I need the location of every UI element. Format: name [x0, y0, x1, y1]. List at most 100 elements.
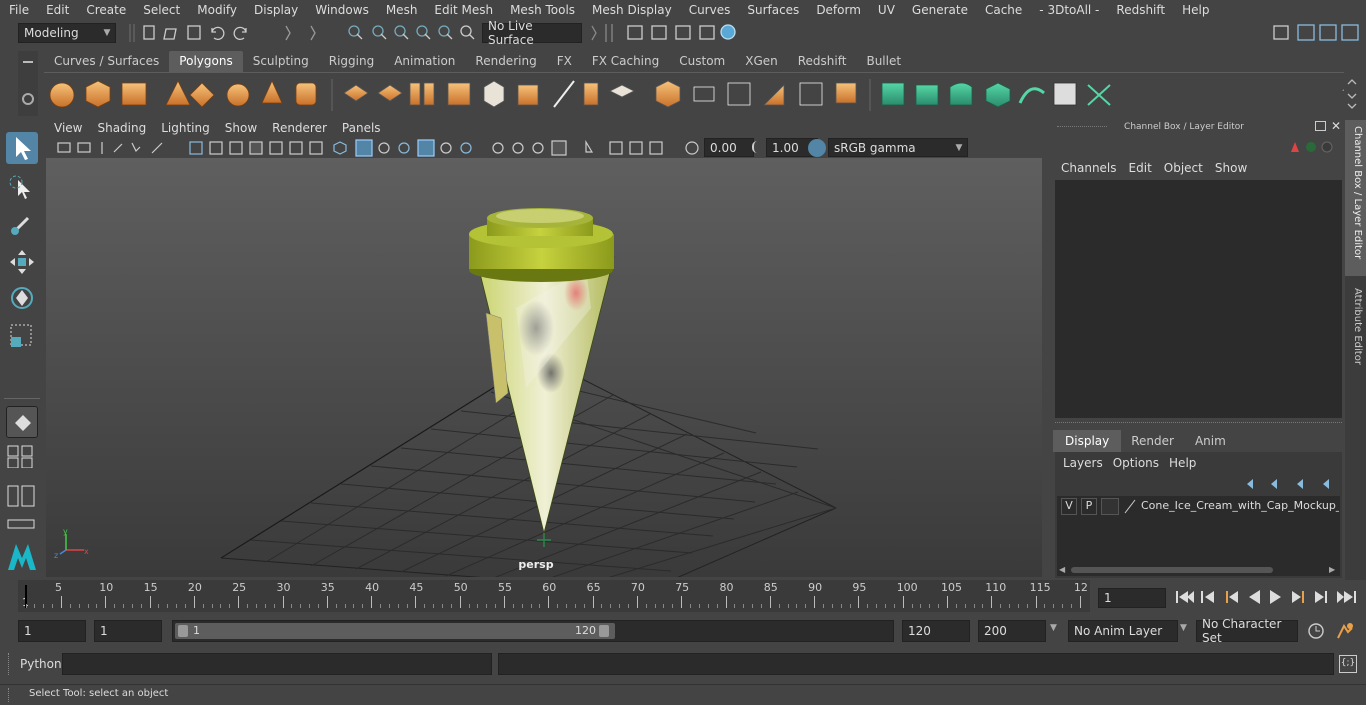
paint-select-tool[interactable]	[6, 208, 38, 240]
viewport-menu-item[interactable]: Lighting	[153, 120, 217, 138]
menu-item[interactable]: - 3DtoAll -	[1030, 3, 1107, 17]
viewport-toolbar-icons[interactable]	[54, 139, 718, 157]
scene-end-field[interactable]: 200	[978, 620, 1046, 642]
range-end-grip[interactable]	[599, 625, 609, 637]
layer-display-type-toggle[interactable]	[1101, 498, 1119, 515]
range-slider[interactable]: 1 120	[172, 620, 894, 642]
side-tab-attribute-editor[interactable]: Attribute Editor	[1345, 282, 1366, 382]
shelf-tab[interactable]: Sculpting	[243, 51, 319, 72]
close-icon[interactable]: ✕	[1331, 119, 1341, 133]
menu-item[interactable]: Redshift	[1107, 3, 1173, 17]
scene-start-field[interactable]: 1	[18, 620, 86, 642]
range-start-grip[interactable]	[178, 625, 188, 637]
shelf-tab[interactable]: Redshift	[788, 51, 857, 72]
lasso-tool[interactable]	[6, 172, 38, 204]
shelf-tab[interactable]: FX	[547, 51, 582, 72]
layer-menu-item[interactable]: Help	[1169, 454, 1206, 470]
tab-anim[interactable]: Anim	[1185, 430, 1236, 452]
exposure-field[interactable]: 0.00	[704, 138, 754, 157]
chevron-down-icon[interactable]: ▼	[1180, 623, 1187, 633]
character-set-dropdown[interactable]: No Character Set	[1196, 617, 1298, 645]
shelf-tab[interactable]: Polygons	[169, 51, 243, 72]
perspective-viewport[interactable]: x y z persp	[46, 158, 1042, 577]
workspace-layout-icons[interactable]	[1270, 20, 1366, 46]
viewport-menu-item[interactable]: Panels	[334, 120, 388, 138]
move-tool[interactable]	[6, 246, 38, 278]
channel-box-menu-item[interactable]: Object	[1164, 160, 1215, 180]
scroll-right-icon[interactable]: ▶	[1329, 565, 1335, 574]
live-surface-field[interactable]: No Live Surface	[482, 19, 582, 47]
layer-name[interactable]: Cone_Ice_Cream_with_Cap_Mockup_Pi	[1141, 499, 1339, 512]
split-handle[interactable]	[1055, 422, 1342, 427]
menu-item[interactable]: Curves	[680, 3, 739, 17]
command-input[interactable]	[62, 653, 492, 675]
menu-item[interactable]: Edit Mesh	[425, 3, 501, 17]
viewport-menu-item[interactable]: Renderer	[264, 120, 334, 138]
float-panel-icon[interactable]	[1315, 121, 1326, 131]
outliner-layout[interactable]	[6, 484, 38, 508]
channel-box-icons[interactable]	[1285, 138, 1335, 156]
menu-item[interactable]: Help	[1173, 3, 1217, 17]
tab-display[interactable]: Display	[1053, 430, 1122, 452]
script-editor-icon[interactable]: {;}	[1339, 655, 1357, 673]
layer-playback-toggle[interactable]: P	[1081, 498, 1097, 515]
layer-visibility-toggle[interactable]: V	[1061, 498, 1077, 515]
anim-pref-icons[interactable]	[1304, 620, 1366, 642]
shelf-menu-handle[interactable]	[18, 51, 38, 116]
color-management-icon[interactable]	[808, 139, 826, 157]
shelf-tab[interactable]: Rigging	[319, 51, 384, 72]
shelf-tab[interactable]: Bullet	[856, 51, 911, 72]
layer-row[interactable]: V P Cone_Ice_Cream_with_Cap_Mockup_Pi	[1059, 498, 1339, 516]
channel-box-menu-item[interactable]: Edit	[1129, 160, 1164, 180]
shelf-tab[interactable]: Rendering	[465, 51, 546, 72]
status-toolbar-icons[interactable]	[126, 20, 476, 46]
anim-layer-dropdown[interactable]: No Anim Layer	[1068, 620, 1178, 642]
shelf-tab[interactable]: XGen	[735, 51, 788, 72]
menu-item[interactable]: Create	[77, 3, 134, 17]
channel-box-menu-item[interactable]: Channels	[1053, 160, 1129, 180]
render-toolbar-icons[interactable]	[586, 20, 746, 46]
viewport-menu-item[interactable]: Show	[217, 120, 264, 138]
channel-box-menu-item[interactable]: Show	[1215, 160, 1259, 180]
layout-strip[interactable]	[6, 516, 38, 532]
current-frame-field[interactable]: 1	[1098, 588, 1166, 608]
scroll-left-icon[interactable]: ◀	[1059, 565, 1065, 574]
playback-controls[interactable]	[1174, 587, 1366, 607]
channel-list[interactable]	[1055, 180, 1342, 418]
range-slider-handle[interactable]: 1 120	[175, 623, 615, 639]
shelf-tab[interactable]: FX Caching	[582, 51, 669, 72]
menu-item[interactable]: File	[0, 3, 37, 17]
menu-item[interactable]: Display	[245, 3, 306, 17]
playback-start-field[interactable]: 1	[94, 620, 162, 642]
menu-item[interactable]: Select	[134, 3, 188, 17]
select-tool[interactable]	[6, 132, 38, 164]
command-language-label[interactable]: Python	[20, 657, 62, 671]
viewport-menu-item[interactable]: Shading	[89, 120, 153, 138]
shelf-scroll[interactable]	[1344, 72, 1360, 116]
menu-item[interactable]: Deform	[807, 3, 869, 17]
shelf-tab[interactable]: Custom	[669, 51, 735, 72]
menu-item[interactable]: UV	[869, 3, 903, 17]
shelf-icons[interactable]	[44, 73, 1344, 117]
menu-item[interactable]: Edit	[37, 3, 77, 17]
scale-tool[interactable]	[6, 320, 38, 352]
viewport-canvas[interactable]: x y z	[46, 158, 1042, 577]
menu-item[interactable]: Mesh Display	[583, 3, 680, 17]
menu-item[interactable]: Mesh	[377, 3, 426, 17]
gear-icon[interactable]	[22, 93, 34, 105]
shelf-tab[interactable]: Curves / Surfaces	[44, 51, 169, 72]
viewport-menu-item[interactable]: View	[46, 120, 89, 138]
layer-color-swatch[interactable]	[1123, 498, 1137, 515]
workspace-mode-dropdown[interactable]: Modeling ▼	[18, 23, 116, 43]
command-grip[interactable]	[8, 653, 14, 675]
menu-item[interactable]: Cache	[976, 3, 1030, 17]
menu-item[interactable]: Windows	[306, 3, 377, 17]
rotate-tool[interactable]	[6, 282, 38, 314]
menu-item[interactable]: Modify	[188, 3, 245, 17]
chevron-down-icon[interactable]: ▼	[1050, 623, 1057, 633]
layer-hscrollbar[interactable]: ◀ ▶	[1057, 564, 1340, 576]
colorspace-dropdown[interactable]: sRGB gamma ▼	[828, 138, 968, 157]
layer-menu-item[interactable]: Layers	[1055, 454, 1113, 470]
scrollbar-thumb[interactable]	[1071, 567, 1273, 573]
time-slider[interactable]: 1 51015202530354045505560657075808590951…	[18, 580, 1090, 612]
